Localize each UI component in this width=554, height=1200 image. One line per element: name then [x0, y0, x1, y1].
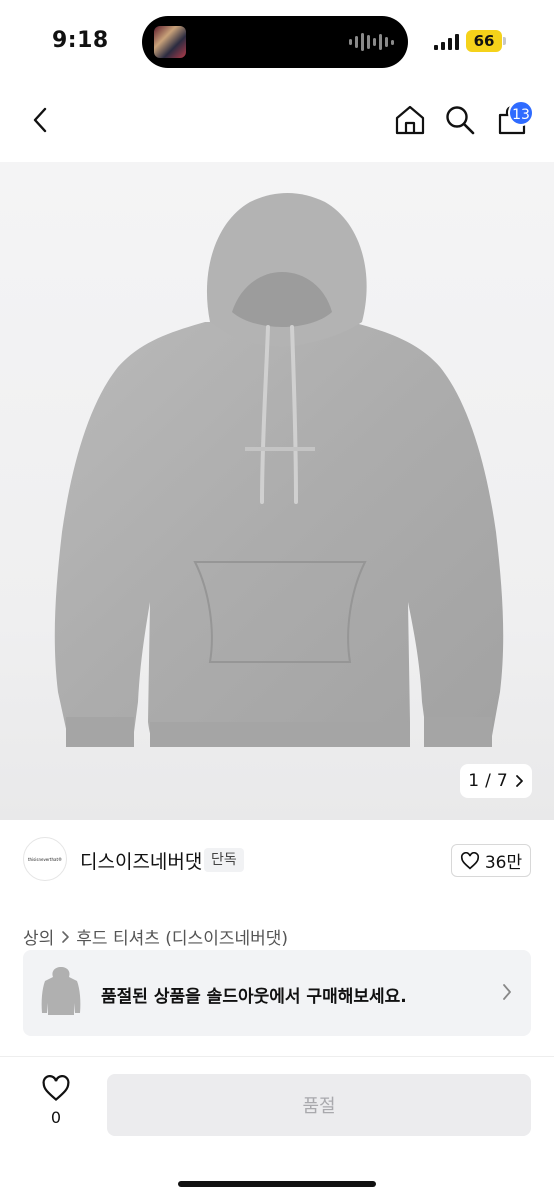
hoodie-thumbnail	[41, 967, 81, 1015]
breadcrumb-subcategory[interactable]: 후드 티셔츠 (디스이즈네버댓)	[76, 924, 288, 949]
hoodie-image	[54, 193, 504, 747]
brand-logo-text: thisisneverthat®	[27, 856, 63, 862]
bottom-action-bar: 0 품절	[0, 1056, 554, 1200]
brand-row: thisisneverthat® 디스이즈네버댓 단독 36만	[0, 820, 554, 900]
heart-icon	[460, 851, 479, 869]
breadcrumb: 상의 후드 티셔츠 (디스이즈네버댓)	[23, 924, 288, 949]
search-button[interactable]	[442, 102, 478, 138]
soldout-banner-text: 품절된 상품을 솔드아웃에서 구매해보세요.	[101, 987, 407, 1007]
brand-name[interactable]: 디스이즈네버댓	[80, 847, 202, 874]
brand-like-button[interactable]: 36만	[451, 844, 531, 877]
heart-icon	[42, 1075, 70, 1102]
wishlist-count: 0	[50, 1108, 62, 1127]
image-counter-total: 7	[496, 771, 508, 791]
wishlist-button[interactable]: 0	[34, 1075, 78, 1135]
status-bar: 9:18 66	[0, 0, 554, 84]
brand-like-count: 36만	[484, 853, 523, 873]
home-indicator	[178, 1181, 376, 1187]
soldout-banner[interactable]: 품절된 상품을 솔드아웃에서 구매해보세요.	[23, 950, 531, 1036]
back-button[interactable]	[22, 102, 58, 138]
image-counter[interactable]: 1 / 7	[460, 764, 532, 798]
chevron-left-icon	[33, 107, 47, 133]
image-counter-current: 1	[468, 771, 480, 791]
soldout-button[interactable]: 품절	[107, 1074, 531, 1136]
chevron-right-icon	[62, 930, 70, 943]
audio-waveform-icon	[349, 32, 394, 52]
chevron-right-icon	[503, 984, 511, 1000]
cart-count-badge: 13	[508, 100, 534, 126]
product-image[interactable]	[0, 162, 554, 820]
chevron-right-icon	[515, 775, 523, 787]
battery-cap	[503, 37, 506, 45]
dynamic-island[interactable]	[142, 16, 408, 68]
image-counter-separator: /	[485, 771, 491, 791]
breadcrumb-category[interactable]: 상의	[23, 924, 54, 949]
battery-indicator: 66	[466, 30, 502, 52]
now-playing-artwork	[154, 26, 186, 58]
home-icon	[395, 105, 425, 135]
exclusive-tag: 단독	[204, 848, 244, 872]
home-button[interactable]	[392, 102, 428, 138]
search-icon	[446, 106, 475, 135]
top-navigation: 13	[0, 84, 554, 162]
status-time: 9:18	[52, 28, 109, 53]
cellular-signal-icon	[434, 34, 459, 50]
brand-logo[interactable]: thisisneverthat®	[23, 837, 67, 881]
